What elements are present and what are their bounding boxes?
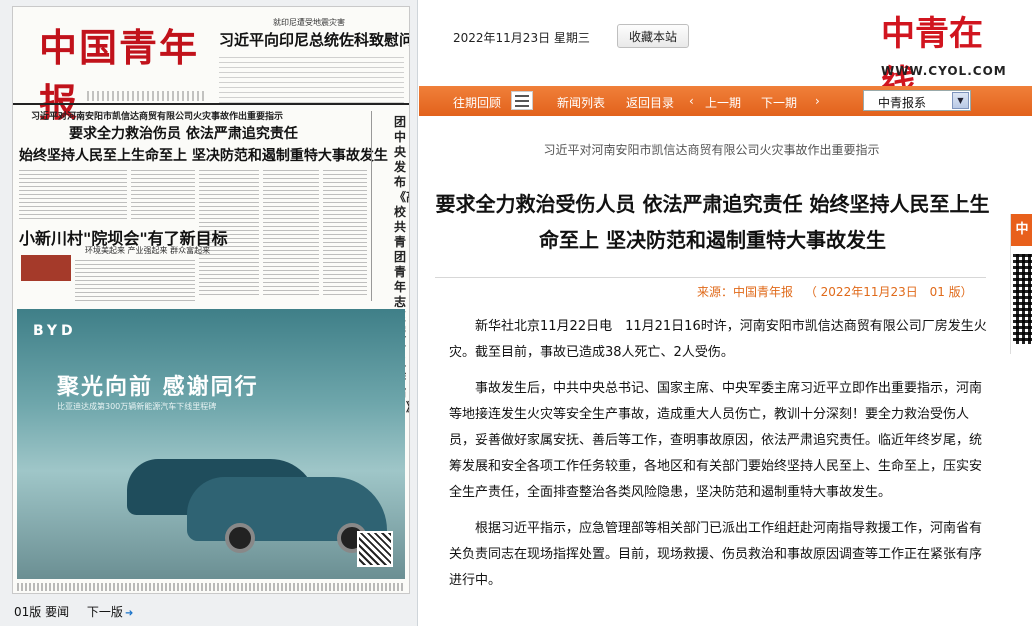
newspaper-pane: 中国青年报 就印尼遭受地震灾害 习近平向印尼总统佐科致慰问电 习近平对河南安阳市… (0, 0, 418, 626)
next-page-link[interactable]: 下一版 ➜ (87, 605, 147, 619)
lead-kicker[interactable]: 习近平对河南安阳市凯信达商贸有限公司火灾事故作出重要指示 (31, 109, 283, 122)
site-logo[interactable]: 中青在线 WWW.CYOL.COM (881, 6, 1006, 103)
source-label: 来源：中国青年报 (697, 285, 794, 299)
list-view-icon[interactable] (511, 91, 533, 110)
prev-arrow-icon[interactable]: ‹ (689, 94, 694, 108)
masthead: 中国青年报 (21, 11, 221, 125)
article-paragraph: 新华社北京11月22日电 11月21日16时许，河南安阳市凯信达商贸有限公司厂房… (449, 319, 987, 360)
article-paragraph: 事故发生后，中共中央总书记、国家主席、中央军委主席习近平立即作出重要指示，河南等… (449, 381, 983, 500)
nav-news-list[interactable]: 新闻列表 (557, 94, 605, 111)
side-share-tab[interactable]: 中 (1010, 214, 1032, 354)
next-page-label: 下一版 (86, 605, 123, 619)
newspaper-page-image[interactable]: 中国青年报 就印尼遭受地震灾害 习近平向印尼总统佐科致慰问电 习近平对河南安阳市… (12, 6, 410, 594)
current-page-link[interactable]: 01版 要闻 (14, 605, 69, 619)
text-block (323, 167, 367, 297)
lead-headline-2[interactable]: 始终坚持人民至上生命至上 坚决防范和遏制重特大事故发生 (19, 145, 388, 165)
add-favorite-button[interactable]: 收藏本站 (617, 24, 689, 48)
publication-select[interactable]: 中青报系 ▼ (863, 90, 971, 111)
top-headline-box[interactable]: 就印尼遭受地震灾害 习近平向印尼总统佐科致慰问电 (213, 11, 410, 103)
nav-previous-issue[interactable]: 上一期 (705, 94, 741, 111)
article-paragraph: 根据习近平指示，应急管理部等相关部门已派出工作组赶赴河南指导救援工作，河南省有关… (449, 521, 983, 588)
issue-date: 2022年11月23日 星期三 (453, 31, 590, 45)
nav-next-issue[interactable]: 下一期 (761, 94, 797, 111)
top-headline-text-block (219, 53, 404, 103)
title-divider (435, 277, 986, 278)
article-pane-wrapper: 2022年11月23日 星期三 收藏本站 中青在线 WWW.CYOL.COM 往… (419, 0, 1032, 626)
article-body: 新华社北京11月22日电 11月21日16时许，河南安阳市凯信达商贸有限公司厂房… (449, 314, 989, 604)
text-block (19, 167, 127, 219)
text-block (131, 167, 195, 219)
article-body-pane: 习近平对河南安阳市凯信达商贸有限公司火灾事故作出重要指示 要求全力救治受伤人员 … (419, 116, 1032, 626)
source-page: 01 版） (929, 285, 973, 299)
page-navigation: 01版 要闻 下一版 ➜ (14, 603, 161, 620)
advertisement[interactable]: BYD 聚光向前 感谢同行 比亚迪达成第300万辆新能源汽车下线里程碑 (17, 309, 405, 579)
nav-bar: 往期回顾 新闻列表 返回目录 ‹ 上一期 下一期 › 中青报系 ▼ (419, 86, 1032, 116)
article-kicker: 习近平对河南安阳市凯信达商贸有限公司火灾事故作出重要指示 (543, 143, 880, 157)
car-wheel (225, 523, 255, 553)
source-date: （ 2022年11月23日 (804, 285, 918, 299)
side-tab-label: 中 (1011, 214, 1032, 246)
article-source: 来源：中国青年报 （ 2022年11月23日 01 版） (697, 283, 981, 300)
top-bar: 2022年11月23日 星期三 收藏本站 中青在线 WWW.CYOL.COM (419, 0, 1032, 103)
masthead-fineprint (87, 91, 207, 101)
lead-headline-1[interactable]: 要求全力救治伤员 依法严肃追究责任 (69, 123, 298, 143)
ad-subline: 比亚迪达成第300万辆新能源汽车下线里程碑 (57, 402, 217, 411)
top-kicker: 就印尼遭受地震灾害 (273, 18, 345, 27)
nav-past-issues[interactable]: 往期回顾 (453, 94, 501, 111)
ad-slogan: 聚光向前 感谢同行 (57, 375, 259, 400)
next-arrow-icon: ➜ (124, 608, 134, 619)
page-rule (13, 103, 409, 105)
top-headline: 习近平向印尼总统佐科致慰问电 (219, 31, 410, 49)
page-root: 中国青年报 就印尼遭受地震灾害 习近平向印尼总统佐科致慰问电 习近平对河南安阳市… (0, 0, 1032, 626)
text-block (75, 257, 195, 301)
article-thumbnail (21, 255, 71, 281)
page-footer-fineprint (17, 583, 405, 591)
qr-code-icon (357, 531, 393, 567)
qr-code-icon (1013, 254, 1032, 344)
chevron-down-icon[interactable]: ▼ (952, 92, 969, 109)
ad-brand-logo: BYD (33, 323, 77, 339)
article-title: 要求全力救治受伤人员 依法严肃追究责任 始终坚持人民至上生命至上 坚决防范和遏制… (435, 192, 990, 252)
sub-subline: 环境美起来 产业强起来 群众富起来 (85, 246, 211, 255)
next-arrow-icon[interactable]: › (815, 94, 820, 108)
text-block (263, 167, 319, 297)
column-box[interactable]: 团中央发布《高校共青团青年志愿服务工作指引》 (371, 111, 409, 414)
publication-select-value: 中青报系 (878, 96, 927, 110)
site-logo-en: WWW.CYOL.COM (881, 64, 1007, 78)
nav-back-to-index[interactable]: 返回目录 (626, 94, 674, 111)
